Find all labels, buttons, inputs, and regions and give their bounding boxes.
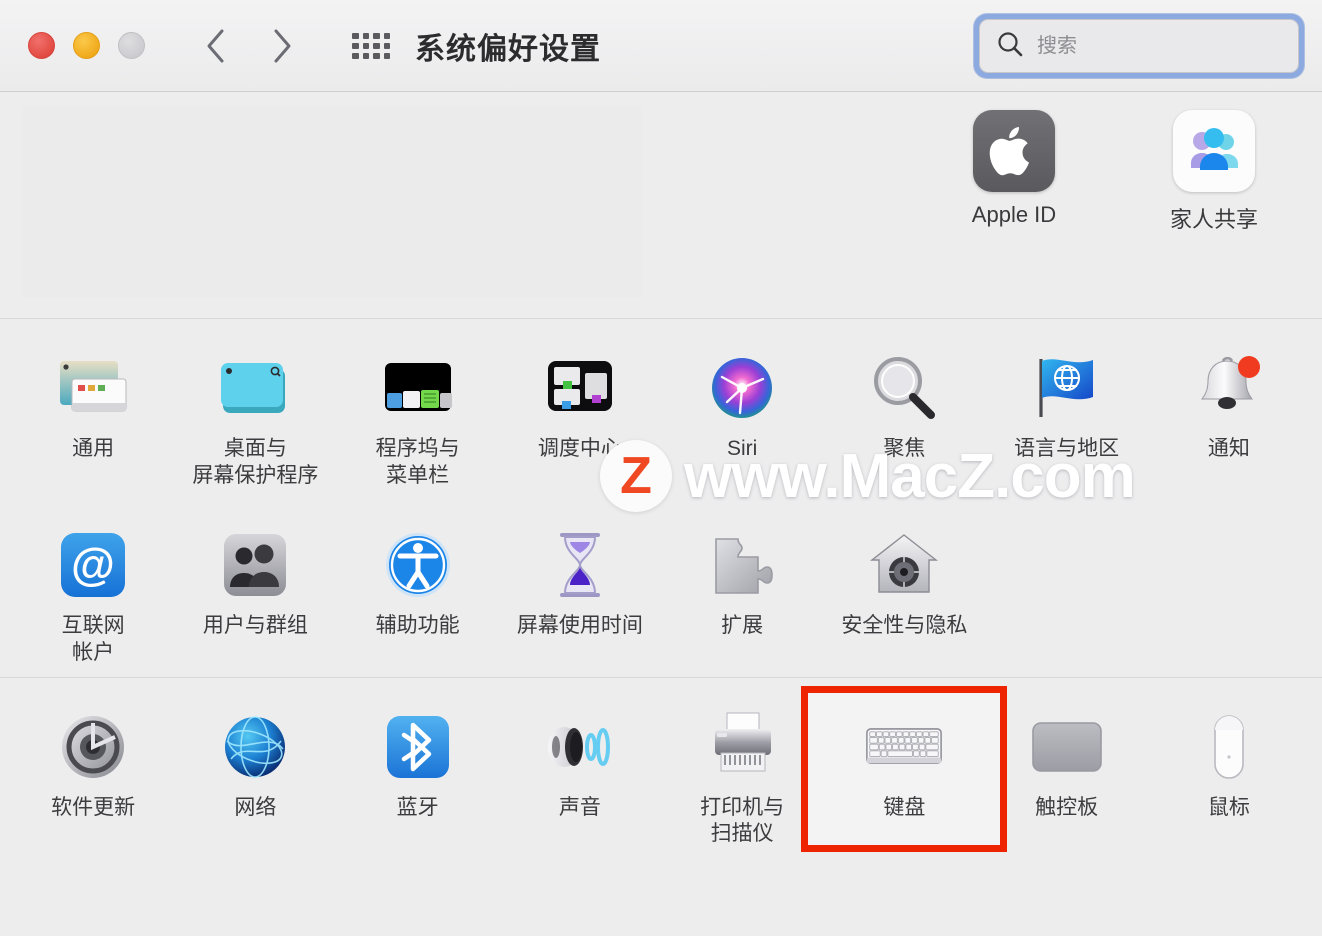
preferences-pane-main: 通用 桌面与 屏幕保护程序 程序坞与 菜单栏 调度中心 Siri 聚焦 语言与地… <box>0 319 1322 677</box>
pref-item-sound[interactable]: 声音 <box>499 696 661 849</box>
extensions-puzzle-icon <box>703 526 781 604</box>
row-3: 软件更新 网络 蓝牙 声音 打印机与 扫描仪 键盘 触控板 鼠标 <box>0 696 1322 849</box>
pref-item-label: 蓝牙 <box>396 795 439 819</box>
search-input[interactable] <box>1037 34 1298 58</box>
language-region-flag-icon <box>1028 349 1106 427</box>
security-privacy-house-icon <box>865 526 943 604</box>
pref-item-bluetooth[interactable]: 蓝牙 <box>337 696 499 849</box>
show-all-grid-icon[interactable] <box>349 26 393 66</box>
pref-item-dock-menubar[interactable]: 程序坞与 菜单栏 <box>337 337 499 490</box>
pref-item-notifications[interactable]: 通知 <box>1148 337 1310 490</box>
chevron-right-icon[interactable] <box>269 26 295 66</box>
pref-item-label: 互联网 帐户 <box>61 613 125 664</box>
pref-item-label: 安全性与隐私 <box>841 613 968 637</box>
pref-item-label: 键盘 <box>883 795 926 819</box>
preferences-content: Apple ID 家人共享 通用 桌面与 屏幕保护程序 程序坞与 菜单栏 调度中… <box>0 92 1322 936</box>
siri-orb-icon <box>703 349 781 427</box>
apple-logo-icon <box>973 110 1055 192</box>
users-groups-icon <box>216 526 294 604</box>
pref-item-internet-accounts[interactable]: @ 互联网 帐户 <box>12 514 174 667</box>
pref-item-label: 打印机与 扫描仪 <box>700 795 785 846</box>
network-globe-icon <box>216 708 294 786</box>
dock-menubar-icon <box>379 349 457 427</box>
empty-placeholder-area <box>22 106 642 298</box>
family-sharing-icon <box>1173 110 1255 192</box>
pref-item-mouse[interactable]: 鼠标 <box>1148 696 1310 849</box>
pref-item-label: 鼠标 <box>1207 795 1250 819</box>
svg-text:@: @ <box>71 539 115 590</box>
mouse-icon <box>1190 708 1268 786</box>
row-2: @ 互联网 帐户 用户与群组 辅助功能 屏幕使用时间 扩展 安全性与隐私 <box>0 514 1322 667</box>
pref-item-label: 语言与地区 <box>1014 437 1120 460</box>
pref-grid-spacer <box>1148 514 1310 667</box>
pref-item-label: 网络 <box>234 795 277 819</box>
notifications-bell-icon <box>1190 349 1268 427</box>
mission-control-icon <box>541 349 619 427</box>
close-button[interactable] <box>28 32 55 59</box>
pref-item-accessibility[interactable]: 辅助功能 <box>337 514 499 667</box>
traffic-lights <box>28 32 145 59</box>
pref-item-label: 家人共享 <box>1169 207 1258 232</box>
pref-item-security-privacy[interactable]: 安全性与隐私 <box>823 514 985 667</box>
pref-item-keyboard[interactable]: 键盘 <box>823 696 985 849</box>
pref-item-label: 声音 <box>558 795 601 819</box>
minimize-button[interactable] <box>73 32 100 59</box>
pref-item-label: 触控板 <box>1035 795 1099 819</box>
pref-item-label: 聚焦 <box>883 437 926 460</box>
bluetooth-icon <box>379 708 457 786</box>
printers-scanners-icon <box>703 708 781 786</box>
pref-item-trackpad[interactable]: 触控板 <box>986 696 1148 849</box>
pref-item-desktop-screensaver[interactable]: 桌面与 屏幕保护程序 <box>174 337 336 490</box>
pref-item-label: 软件更新 <box>51 795 136 819</box>
pref-item-mission-control[interactable]: 调度中心 <box>499 337 661 490</box>
pref-item-label: 通知 <box>1207 437 1250 460</box>
pref-item-extensions[interactable]: 扩展 <box>661 514 823 667</box>
search-icon <box>996 30 1024 63</box>
row-1: 通用 桌面与 屏幕保护程序 程序坞与 菜单栏 调度中心 Siri 聚焦 语言与地… <box>0 337 1322 490</box>
system-preferences-window: 系统偏好设置 搜索 Apple ID 家人共享 通用 桌面与 屏幕保护程序 程序… <box>0 0 1322 936</box>
general-window-icon <box>54 349 132 427</box>
pref-item-label: 屏幕使用时间 <box>516 613 643 637</box>
pref-item-label: 桌面与 屏幕保护程序 <box>192 437 319 487</box>
pref-item-printers-scanners[interactable]: 打印机与 扫描仪 <box>661 696 823 849</box>
pref-item-label: 辅助功能 <box>375 613 460 637</box>
pref-item-label: 扩展 <box>721 613 764 637</box>
pref-item-screen-time[interactable]: 屏幕使用时间 <box>499 514 661 667</box>
search-field[interactable] <box>979 19 1299 73</box>
chevron-left-icon[interactable] <box>203 26 229 66</box>
software-update-icon <box>54 708 132 786</box>
pref-item-apple-id[interactable]: Apple ID <box>934 110 1094 234</box>
pref-item-siri[interactable]: Siri <box>661 337 823 490</box>
sound-speaker-icon <box>541 708 619 786</box>
trackpad-icon <box>1028 708 1106 786</box>
pref-item-software-update[interactable]: 软件更新 <box>12 696 174 849</box>
spotlight-magnifier-icon <box>865 349 943 427</box>
search-field-wrapper[interactable] <box>974 14 1304 78</box>
pref-item-language-region[interactable]: 语言与地区 <box>986 337 1148 490</box>
pref-grid-spacer <box>986 514 1148 667</box>
pref-item-spotlight[interactable]: 聚焦 <box>823 337 985 490</box>
desktop-screensaver-icon <box>216 349 294 427</box>
account-items: Apple ID 家人共享 <box>934 110 1294 234</box>
zoom-button[interactable] <box>118 32 145 59</box>
pref-item-label: Apple ID <box>971 202 1057 227</box>
pref-item-label: 程序坞与 菜单栏 <box>375 437 460 487</box>
navigation-arrows <box>203 26 295 66</box>
pref-item-label: 调度中心 <box>537 437 622 460</box>
pref-item-label: 用户与群组 <box>202 613 308 637</box>
pref-item-users-groups[interactable]: 用户与群组 <box>174 514 336 667</box>
account-section: Apple ID 家人共享 <box>0 92 1322 318</box>
pref-item-family-sharing[interactable]: 家人共享 <box>1134 110 1294 234</box>
pref-item-general[interactable]: 通用 <box>12 337 174 490</box>
pref-item-label: 通用 <box>72 437 115 460</box>
pref-item-network[interactable]: 网络 <box>174 696 336 849</box>
page-title: 系统偏好设置 <box>415 32 601 66</box>
screen-time-hourglass-icon <box>541 526 619 604</box>
preferences-pane-hardware: 软件更新 网络 蓝牙 声音 打印机与 扫描仪 键盘 触控板 鼠标 <box>0 678 1322 859</box>
keyboard-icon <box>865 708 943 786</box>
window-titlebar: 系统偏好设置 <box>0 0 1322 92</box>
accessibility-icon <box>379 526 457 604</box>
pref-item-label: Siri <box>726 437 758 460</box>
internet-accounts-at-icon: @ <box>54 526 132 604</box>
